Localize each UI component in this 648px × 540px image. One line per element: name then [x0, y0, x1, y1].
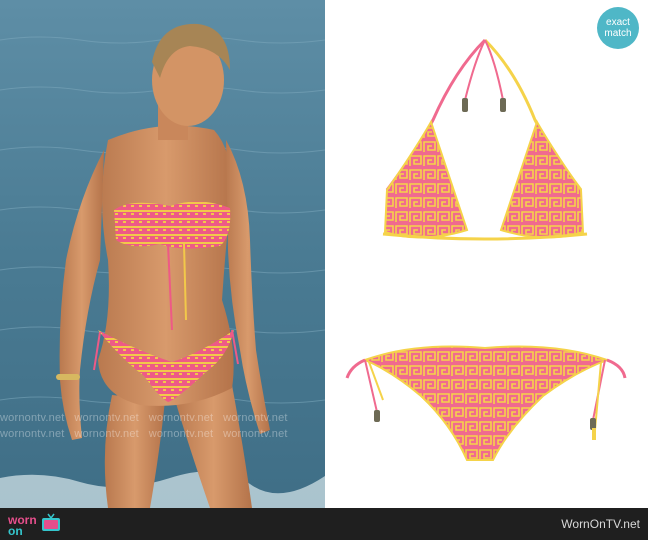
bikini-top-icon [382, 38, 588, 241]
badge-line1: exact [606, 17, 630, 28]
site-logo[interactable]: worn on [8, 512, 62, 539]
footer-bar: worn on WornOnTV.net [0, 508, 648, 540]
site-credit: WornOnTV.net [561, 517, 640, 531]
bikini-bottom-icon [345, 345, 627, 462]
beach-scene [0, 0, 325, 508]
bikini-product [345, 38, 627, 462]
logo-text: worn on [8, 514, 37, 538]
product-image [325, 0, 648, 508]
exact-match-badge: exact match [597, 7, 639, 49]
logo-line2: on [8, 523, 23, 538]
model-photo [0, 0, 325, 508]
badge-line2: match [604, 28, 632, 39]
tv-icon [40, 512, 62, 539]
